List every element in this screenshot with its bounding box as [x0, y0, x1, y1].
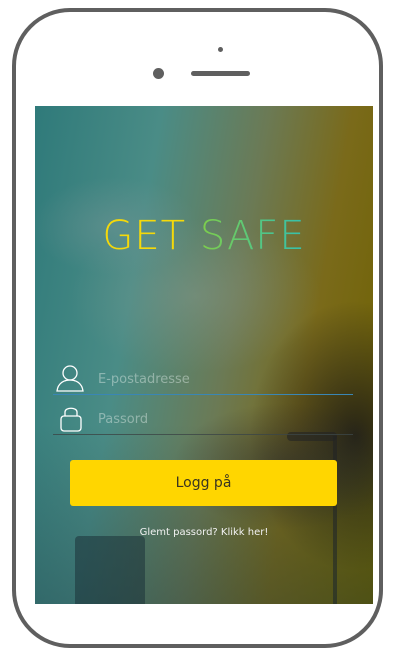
background-building [75, 536, 145, 604]
user-icon [55, 364, 89, 392]
email-input[interactable] [98, 368, 348, 390]
title-safe: SAFE [199, 213, 306, 259]
forgot-password-link[interactable]: Glemt passord? Klikk her! [35, 527, 373, 538]
login-screen: GET SAFE Logg på Glemt passord? Klikk he… [35, 106, 373, 604]
app-title: GET SAFE [35, 214, 373, 258]
password-input[interactable] [98, 408, 348, 430]
password-field [53, 404, 353, 435]
earpiece-speaker [191, 71, 250, 76]
email-field [53, 364, 353, 395]
proximity-sensor [218, 47, 223, 52]
title-get: GET [102, 213, 187, 259]
login-button[interactable]: Logg på [70, 460, 337, 506]
front-camera [153, 68, 164, 79]
lock-icon [55, 404, 89, 432]
